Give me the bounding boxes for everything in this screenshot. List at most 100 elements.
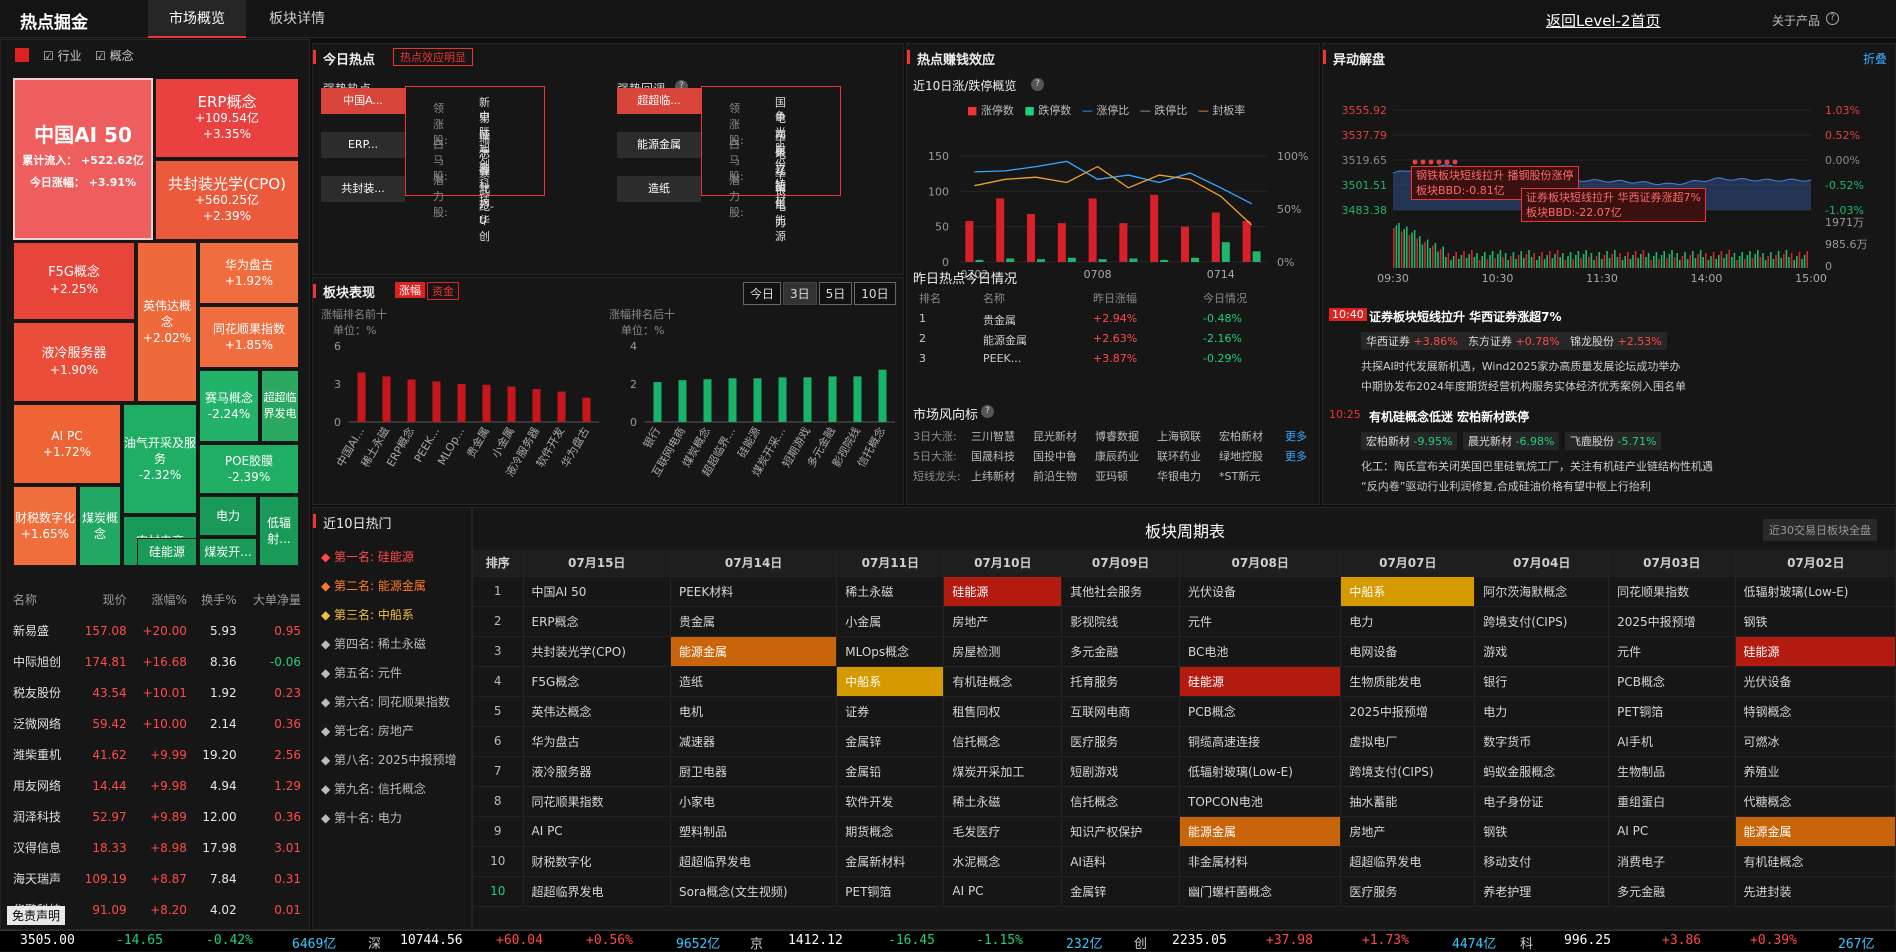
treemap-cell-ths[interactable]: 同花顺果指数 +1.85% (199, 306, 299, 368)
cycle-sector-cell[interactable]: 同花顺果指数 (523, 786, 671, 817)
cycle-sector-cell[interactable]: 华为盘古 (523, 726, 671, 757)
recent-hot-item[interactable]: ◆ 第十名: 电力 (321, 809, 402, 826)
sector-bar[interactable] (853, 376, 862, 422)
stock-row[interactable]: 税友股份 43.54 +10.01 1.92 0.23 (9, 677, 305, 708)
cycle-sector-cell[interactable]: 财税数字化 (523, 846, 671, 877)
cycle-sector-cell[interactable]: 厨卫电器 (670, 756, 838, 787)
treemap-cell-nvidia[interactable]: 英伟达概念 +2.02% (137, 242, 197, 402)
stock-row[interactable]: 用友网络 14.44 +9.98 4.94 1.29 (9, 770, 305, 801)
signal-dot[interactable] (1436, 159, 1442, 165)
news-line[interactable]: 中期协发布2024年度期货经营机构服务实体经济优秀案例入围名单 (1361, 378, 1686, 394)
hot-sector-button[interactable]: 超超临... (617, 88, 701, 114)
back-level2-link[interactable]: 返回Level-2首页 (1546, 10, 1661, 31)
cycle-sector-cell[interactable]: 钢铁 (1735, 606, 1895, 637)
cycle-sector-cell[interactable]: 跨境支付(CIPS) (1474, 606, 1610, 637)
yest-cell[interactable]: 能源金属 (983, 332, 1027, 348)
cycle-sector-cell[interactable]: 硅能源 (1735, 636, 1895, 667)
cycle-sector-cell[interactable]: 低辐射玻璃(Low-E) (1735, 576, 1895, 607)
news-line[interactable]: 化工：陶氏宣布关闭英国巴里硅氧烷工厂，关注有机硅产业链结构性机遇 (1361, 458, 1713, 474)
more-link[interactable]: 更多 (1285, 428, 1307, 444)
recent-hot-item[interactable]: ◆ 第二名: 能源金属 (321, 577, 426, 594)
wind-stock-link[interactable]: 博睿数据 (1095, 428, 1139, 444)
hot-sector-button[interactable]: 中国A... (321, 88, 405, 114)
cycle-sector-cell[interactable]: 租售同权 (943, 696, 1063, 727)
recent-hot-item[interactable]: ◆ 第八名: 2025中报预增 (321, 751, 456, 768)
news-title[interactable]: 有机硅概念低迷 宏柏新材跌停 (1369, 408, 1529, 425)
cycle-sector-cell[interactable]: 贵金属 (670, 606, 838, 637)
cycle-sector-cell[interactable]: 生物制品 (1608, 756, 1736, 787)
sector-bar[interactable] (382, 376, 391, 422)
cycle-sector-cell[interactable]: 煤炭开采加工 (943, 756, 1063, 787)
cycle-sector-cell[interactable]: 电子身份证 (1474, 786, 1610, 817)
cycle-sector-cell[interactable]: 房屋检测 (943, 636, 1063, 667)
cycle-sector-cell[interactable]: 养殖业 (1735, 756, 1895, 787)
wind-stock-link[interactable]: 康辰药业 (1095, 448, 1139, 464)
yest-cell[interactable]: PEEK... (983, 352, 1021, 365)
news-stock-chip[interactable]: 晨光新材 -6.98% (1463, 432, 1560, 450)
cycle-sector-cell[interactable]: 房地产 (1340, 816, 1476, 847)
news-stock-chip[interactable]: 锦龙股份 +2.53% (1565, 332, 1667, 350)
cycle-sector-cell[interactable]: 造纸 (670, 666, 838, 697)
cycle-sector-cell[interactable]: 消费电子 (1608, 846, 1736, 877)
sector-bar[interactable] (432, 381, 441, 422)
sector-bar[interactable] (678, 380, 687, 422)
cycle-sector-cell[interactable]: PCB概念 (1179, 696, 1342, 727)
sector-bar[interactable] (878, 369, 887, 422)
wind-stock-link[interactable]: 国投中鲁 (1033, 448, 1077, 464)
cycle-sector-cell[interactable]: 硅能源 (1179, 666, 1342, 697)
cycle-sector-cell[interactable]: 低辐射玻璃(Low-E) (1179, 756, 1342, 787)
recent-hot-item[interactable]: ◆ 第九名: 信托概念 (321, 780, 426, 797)
cycle-sector-cell[interactable]: AI PC (1608, 816, 1736, 847)
sector-bar[interactable] (582, 397, 591, 422)
treemap-cell-lowe[interactable]: 低辐射... (259, 496, 299, 566)
signal-dot[interactable] (1452, 159, 1458, 165)
sector-bar[interactable] (653, 382, 662, 422)
hot-stock-link[interactable]: 北方华创 (479, 180, 490, 244)
cycle-sector-cell[interactable]: 有机硅概念 (1735, 846, 1895, 877)
sector-bar[interactable] (803, 377, 812, 422)
cycle-sector-cell[interactable]: 光伏设备 (1735, 666, 1895, 697)
wind-stock-link[interactable]: 华银电力 (1157, 468, 1201, 484)
treemap-cell-power[interactable]: 电力 (199, 496, 257, 536)
help-icon[interactable]: ? (981, 405, 994, 418)
period-5d[interactable]: 5日 (818, 282, 853, 305)
stock-row[interactable]: 中际旭创 174.81 +16.68 8.36 -0.06 (9, 646, 305, 677)
cycle-sector-cell[interactable]: 金属锌 (1061, 876, 1180, 907)
cycle-sector-cell[interactable]: 超超临界发电 (523, 876, 671, 907)
cycle-sector-cell[interactable]: PET铜箔 (1608, 696, 1736, 727)
news-stock-chip[interactable]: 华西证券 +3.86% (1361, 332, 1463, 350)
cycle-sector-cell[interactable]: 知识产权保护 (1061, 816, 1180, 847)
cycle-sector-cell[interactable]: 毛发医疗 (943, 816, 1063, 847)
wind-stock-link[interactable]: 亚玛顿 (1095, 468, 1128, 484)
wind-stock-link[interactable]: 三川智慧 (971, 428, 1015, 444)
cycle-sector-cell[interactable]: 元件 (1608, 636, 1736, 667)
cycle-sector-cell[interactable]: 小家电 (670, 786, 838, 817)
treemap-cell-silicon[interactable]: 硅能源 (137, 538, 197, 566)
treemap-cell-liquid-cooling[interactable]: 液冷服务器 +1.90% (13, 322, 135, 402)
cycle-sector-cell[interactable]: 抽水蓄能 (1340, 786, 1476, 817)
cycle-sector-cell[interactable]: 电网设备 (1340, 636, 1476, 667)
cycle-sector-cell[interactable]: AI PC (943, 876, 1063, 907)
cycle-sector-cell[interactable]: 特钢概念 (1735, 696, 1895, 727)
cycle-sector-cell[interactable]: 虚拟电厂 (1340, 726, 1476, 757)
cycle-sector-cell[interactable]: 2025中报预增 (1608, 606, 1736, 637)
sector-bar[interactable] (778, 377, 787, 422)
perf-tab-gain[interactable]: 涨幅 (395, 282, 425, 298)
annotation-securities[interactable]: 证券板块短线拉升 华西证券涨超7% 板块BBD:-22.07亿 (1521, 188, 1706, 222)
cycle-sector-cell[interactable]: 移动支付 (1474, 846, 1610, 877)
cycle-sector-cell[interactable]: 重组蛋白 (1608, 786, 1736, 817)
treemap-cell-erp[interactable]: ERP概念 +109.54亿 +3.35% (155, 78, 299, 158)
wind-stock-link[interactable]: 绿地控股 (1219, 448, 1263, 464)
treemap-cell-ultra[interactable]: 超超临界发电 (261, 370, 299, 442)
cycle-sector-cell[interactable]: 减速器 (670, 726, 838, 757)
cycle-sector-cell[interactable]: AI PC (523, 816, 671, 847)
sector-bar[interactable] (753, 378, 762, 422)
sector-bar[interactable] (828, 376, 837, 422)
tab-sector-detail[interactable]: 板块详情 (248, 0, 346, 38)
cycle-sector-cell[interactable]: 幽门螺杆菌概念 (1179, 876, 1342, 907)
cycle-sector-cell[interactable]: 英伟达概念 (523, 696, 671, 727)
cycle-sector-cell[interactable]: 养老护理 (1474, 876, 1610, 907)
cycle-sector-cell[interactable]: 信托概念 (1061, 786, 1180, 817)
cycle-sector-cell[interactable]: 可燃冰 (1735, 726, 1895, 757)
cycle-sector-cell[interactable]: 跨境支付(CIPS) (1340, 756, 1476, 787)
